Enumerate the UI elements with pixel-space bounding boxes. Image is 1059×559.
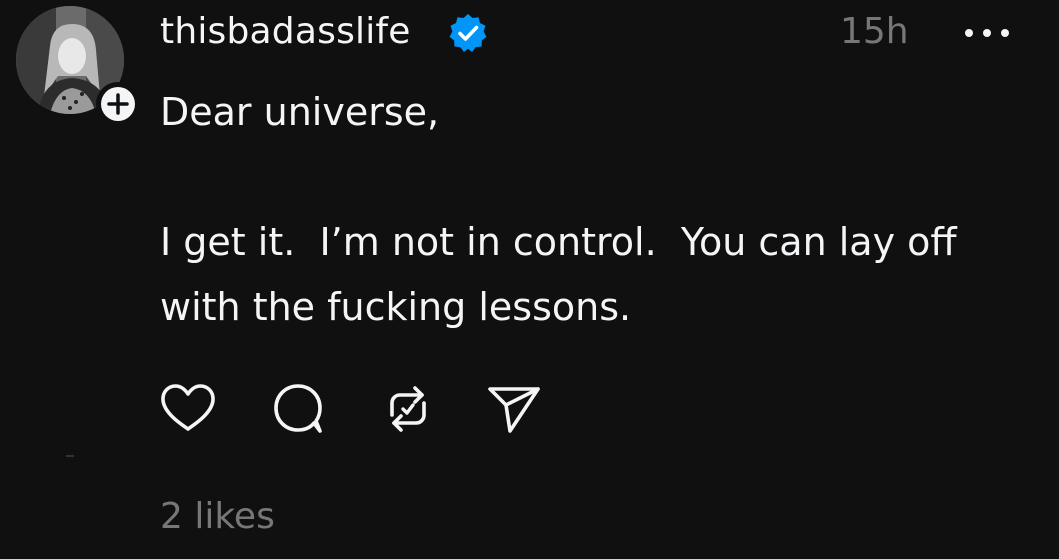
more-horizontal-icon[interactable] bbox=[962, 24, 1012, 42]
heart-icon[interactable] bbox=[158, 383, 218, 435]
send-icon[interactable] bbox=[484, 383, 544, 435]
avatar-container[interactable] bbox=[16, 6, 140, 126]
reply-button[interactable] bbox=[268, 383, 328, 435]
share-button[interactable] bbox=[484, 383, 544, 435]
plus-icon[interactable] bbox=[101, 87, 135, 121]
divider bbox=[66, 455, 74, 457]
likes-count[interactable]: 2 likes bbox=[160, 493, 275, 541]
verified-badge-icon bbox=[447, 12, 489, 54]
more-options-button[interactable] bbox=[962, 24, 1012, 42]
like-button[interactable] bbox=[158, 383, 218, 435]
username[interactable]: thisbadasslife bbox=[160, 10, 411, 54]
post-timestamp[interactable]: 15h bbox=[840, 10, 909, 54]
follow-button[interactable] bbox=[96, 82, 140, 126]
post-body-text: Dear universe, I get it. I’m not in cont… bbox=[160, 90, 957, 329]
repost-button[interactable] bbox=[378, 383, 438, 435]
comment-bubble-icon[interactable] bbox=[268, 383, 328, 435]
repost-icon[interactable] bbox=[378, 383, 438, 435]
